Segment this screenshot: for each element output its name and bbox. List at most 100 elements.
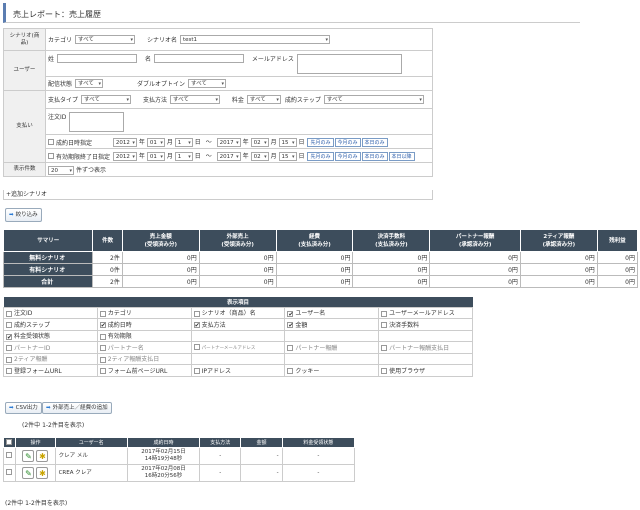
exp-last-month-button[interactable]: 先月のみ [307,151,334,161]
add-external-button[interactable]: ➡ 外部売上／経費の追加 [42,402,112,414]
amount-cell: - [240,464,283,482]
last-name-input[interactable] [57,53,138,63]
display-item-checkbox[interactable]: ✔ [287,322,293,329]
row-checkbox[interactable] [5,452,12,459]
last-name-label: 姓 [48,55,55,63]
display-item-checkbox[interactable] [193,344,200,351]
pay-type-select[interactable]: すべて [81,95,132,104]
display-item-checkbox[interactable]: ✔ [99,322,106,329]
display-item-checkbox[interactable] [381,345,388,352]
display-item-checkbox[interactable]: ✔ [6,333,12,340]
exp-from-year-select[interactable]: 2012 [112,151,137,161]
double-optin-select[interactable]: すべて [187,79,226,88]
pay-type-label: 支払タイプ [48,97,79,104]
range-separator: ～ [205,138,212,146]
display-item [378,329,473,342]
display-item-label: 使用ブラウザ [389,367,426,375]
summary-col-header: サマリー [2,229,94,252]
filter-button[interactable]: ➡ 絞り込み [5,208,42,222]
display-item-checkbox[interactable] [99,356,106,363]
display-item-checkbox[interactable] [6,345,12,352]
display-item-checkbox[interactable] [287,368,294,375]
to-month-select[interactable]: 02 [250,137,269,147]
scenario-name-select[interactable]: test1 [179,35,330,44]
month-unit: 月 [270,138,277,146]
csv-export-button[interactable]: ➡ CSV出力 [5,402,42,414]
this-month-button[interactable]: 今月のみ [334,137,361,147]
summary-cell: 0円 [352,275,431,288]
display-item-checkbox[interactable]: ✔ [287,310,293,317]
display-item-checkbox[interactable] [193,310,200,317]
pay-method-select[interactable]: すべて [169,95,220,104]
display-items-header: 表示項目 [3,297,473,307]
edit-icon[interactable]: ✎ [22,467,35,479]
year-unit: 年 [138,138,145,146]
display-item-checkbox[interactable] [381,310,388,317]
fee-select[interactable]: すべて [246,95,281,104]
display-item-checkbox[interactable] [6,368,12,375]
from-year-select[interactable]: 2012 [112,137,137,147]
star-icon[interactable]: ✱ [36,467,49,479]
date-expire-checkbox[interactable] [48,153,54,159]
display-item-checkbox[interactable] [6,322,12,329]
summary-cell: 0円 [121,251,200,264]
display-item-label: クッキー [295,367,320,375]
exp-from-month-select[interactable]: 01 [146,151,165,161]
display-item-checkbox[interactable] [287,345,294,352]
edit-icon[interactable]: ✎ [22,450,35,462]
exp-to-year-select[interactable]: 2017 [216,151,241,161]
summary-col-header: 件数 [92,229,123,252]
display-item-checkbox[interactable] [381,322,388,329]
filter-form: シナリオ(商品) カテゴリすべて シナリオ名test1 ユーザー 姓 名 メール… [3,28,433,177]
display-item: パートナー報酬支払日 [378,341,473,354]
email-textarea[interactable] [296,53,402,74]
display-item-checkbox[interactable] [99,333,106,340]
star-icon[interactable]: ✱ [36,450,49,462]
add-scenario-link[interactable]: +追加シナリオ [3,190,433,200]
summary-cell: 0円 [429,251,521,264]
result-count-top: (2件中 1-2件目を表示) [22,422,85,429]
to-year-select[interactable]: 2017 [216,137,241,147]
exp-today-button[interactable]: 本日のみ [361,151,388,161]
row-select-cell [2,464,17,482]
select-all-checkbox[interactable] [5,439,12,446]
exp-to-day-select[interactable]: 15 [278,151,297,161]
category-select[interactable]: すべて [75,35,136,44]
display-item: パートナー報酬 [284,341,380,354]
to-day-select[interactable]: 15 [278,137,297,147]
display-item-checkbox[interactable] [193,368,200,375]
first-name-input[interactable] [153,53,244,63]
from-day-select[interactable]: 1 [174,137,193,147]
exp-from-day-select[interactable]: 1 [174,151,193,161]
row-checkbox[interactable] [5,469,12,476]
summary-table: サマリー 件数 売上金額 (受領済み分) 外部売上 (受領済み分) 経費 (支払済み分)… [2,229,639,288]
user-name-cell: クレア メル [54,447,128,465]
display-item-checkbox[interactable] [99,345,106,352]
display-item-checkbox[interactable]: ✔ [193,322,200,329]
display-item-checkbox[interactable] [6,356,12,363]
summary-cell: 2件 [92,275,123,288]
first-name-label: 名 [144,55,151,63]
display-item-checkbox[interactable] [6,310,12,317]
last-month-button[interactable]: 先月のみ [307,137,334,147]
method-cell: - [199,447,242,465]
date-contract-checkbox[interactable] [48,139,54,145]
order-id-textarea[interactable] [69,111,125,132]
summary-col-header: 売上金額 (受領済み分) [121,229,200,252]
row-count-select[interactable]: 20 [48,165,74,175]
exp-to-month-select[interactable]: 02 [250,151,269,161]
display-item-checkbox[interactable] [381,368,388,375]
display-item-label: 決済手数料 [389,321,420,329]
from-month-select[interactable]: 01 [146,137,165,147]
exp-this-month-button[interactable]: 今月のみ [334,151,361,161]
display-item-checkbox[interactable] [99,310,106,317]
display-item-checkbox[interactable] [99,368,106,375]
display-item [190,329,286,342]
today-button[interactable]: 本日のみ [361,137,388,147]
delivery-select[interactable]: すべて [75,79,104,88]
results-table: 操作 ユーザー名 成約日時 支払方法 金額 料金受領状態 ✎ ✱ クレア メル 2017年02月… [2,437,356,482]
external-button-label: 外部売上／経費の追加 [52,405,108,411]
row-actions: ✎ ✱ [15,447,56,465]
exp-after-today-button[interactable]: 本日以降 [388,151,415,161]
step-select[interactable]: すべて [323,95,424,104]
